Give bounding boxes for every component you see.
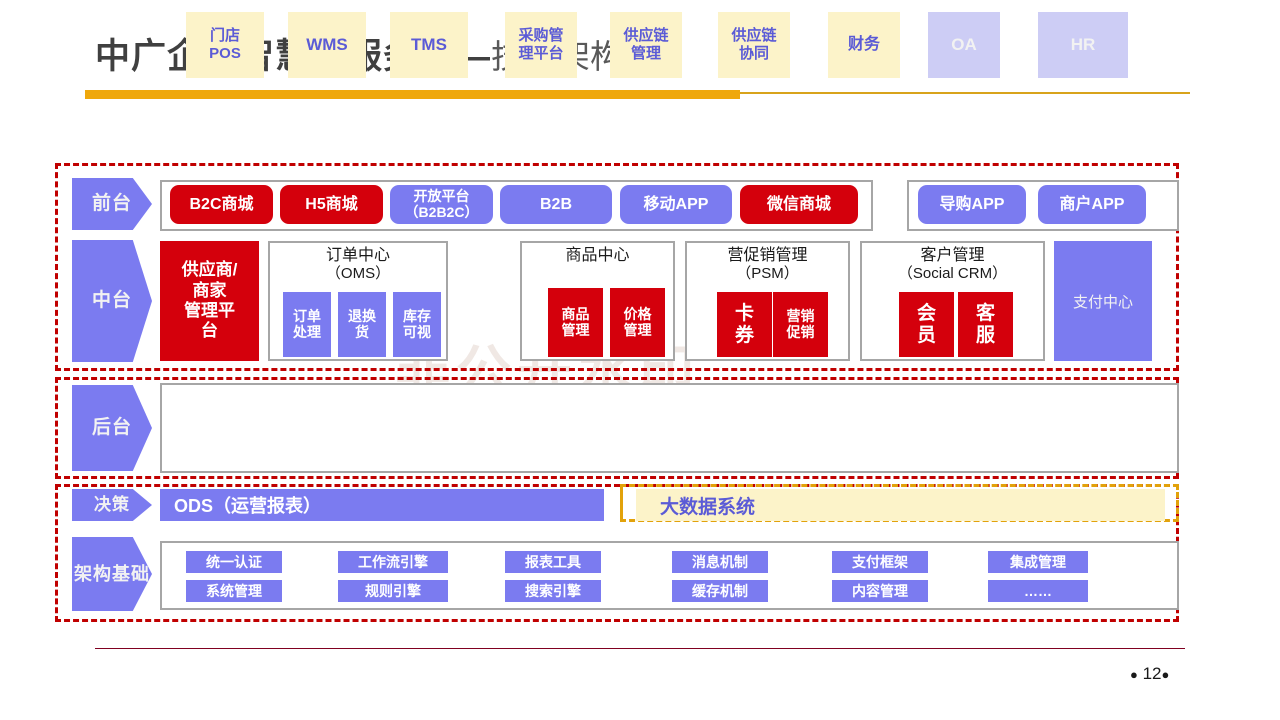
group-title-text: 营促销管理 [727, 247, 808, 264]
supplier-merchant-platform[interactable]: 供应商/商家 管理平台 [160, 241, 259, 361]
middle-stage-group: 客户管理 （Social CRM） 会员客服 [860, 241, 1045, 361]
title-underline-thin [740, 92, 1190, 94]
back-office-item[interactable]: 采购管 理平台 [505, 12, 577, 78]
group-title-text: 订单中心 [325, 247, 390, 264]
middle-stage-group: 商品中心商品 管理 价格 管理 [520, 241, 675, 361]
foundation-item[interactable]: 集成管理 [988, 551, 1088, 573]
middle-stage-item[interactable]: 营销 促销 [773, 292, 828, 357]
foundation-item[interactable]: …… [988, 580, 1088, 602]
layer-tag-foundation-line1: 架构 [74, 563, 112, 584]
front-stage-side-item[interactable]: 导购APP [918, 185, 1026, 224]
front-stage-item[interactable]: H5商城 [280, 185, 383, 224]
middle-stage-item[interactable]: 订单 处理 [283, 292, 331, 357]
page-dot-left: ● [1130, 667, 1138, 682]
foundation-item[interactable]: 搜索引擎 [505, 580, 601, 602]
back-office-item[interactable]: HR [1038, 12, 1128, 78]
back-office-item[interactable]: 财务 [828, 12, 900, 78]
back-office-item[interactable]: 供应链 管理 [610, 12, 682, 78]
layer-tag-foundation-line2: 基础 [112, 563, 150, 584]
foundation-item[interactable]: 工作流引擎 [338, 551, 448, 573]
group-title-text: 客户管理 [920, 247, 985, 264]
foundation-item[interactable]: 支付框架 [832, 551, 928, 573]
foundation-item[interactable]: 报表工具 [505, 551, 601, 573]
back-office-item[interactable]: TMS [390, 12, 468, 78]
back-office-item[interactable]: OA [928, 12, 1000, 78]
foundation-item[interactable]: 消息机制 [672, 551, 768, 573]
middle-stage-item[interactable]: 客服 [958, 292, 1013, 357]
front-stage-item[interactable]: B2B [500, 185, 612, 224]
foundation-item[interactable]: 内容管理 [832, 580, 928, 602]
foundation-item[interactable]: 系统管理 [186, 580, 282, 602]
middle-stage-group: 订单中心 （OMS） 订单 处理 退换货库存 可视 [268, 241, 448, 361]
middle-stage-item[interactable]: 会员 [899, 292, 954, 357]
middle-stage-item[interactable]: 库存 可视 [393, 292, 441, 357]
front-stage-item[interactable]: B2C商城 [170, 185, 273, 224]
middle-stage-group-title: 客户管理 （Social CRM） [862, 246, 1043, 283]
middle-stage-group-title: 营促销管理 （PSM） [687, 246, 848, 283]
front-stage-side-item[interactable]: 商户APP [1038, 185, 1146, 224]
front-stage-item[interactable]: 微信商城 [740, 185, 858, 224]
middle-stage-group-title: 商品中心 [522, 246, 673, 265]
footer-divider [95, 648, 1185, 649]
front-stage-item[interactable]: 移动APP [620, 185, 732, 224]
slide-canvas: 非公开水印 中广企业智慧云服务——技术架构图 前台 中台 后台 决策 架构 基础… [0, 0, 1280, 720]
back-office-item[interactable]: 供应链 协同 [718, 12, 790, 78]
foundation-item[interactable]: 规则引擎 [338, 580, 448, 602]
middle-stage-item[interactable]: 商品 管理 [548, 288, 603, 357]
foundation-item[interactable]: 缓存机制 [672, 580, 768, 602]
title-underline-thick [85, 90, 740, 99]
middle-stage-item[interactable]: 卡券 [717, 292, 772, 357]
page-number-value: 12 [1142, 664, 1162, 683]
ods-report-bar[interactable]: ODS（运营报表） [160, 489, 604, 521]
group-subtitle-text: （OMS） [325, 265, 391, 283]
foundation-item[interactable]: 统一认证 [186, 551, 282, 573]
back-office-item[interactable]: 门店 POS [186, 12, 264, 78]
group-subtitle-text: （Social CRM） [897, 265, 1008, 283]
payment-center[interactable]: 支付中心 [1054, 241, 1152, 361]
middle-stage-item[interactable]: 退换货 [338, 292, 386, 357]
group-subtitle-text: （PSM） [736, 265, 799, 283]
page-dot-right: ● [1161, 667, 1170, 682]
middle-stage-item[interactable]: 价格 管理 [610, 288, 665, 357]
page-number: ● 12● [1130, 664, 1169, 684]
group-title-text: 商品中心 [565, 247, 630, 264]
front-stage-item[interactable]: 开放平台 （B2B2C） [390, 185, 493, 224]
big-data-system[interactable]: 大数据系统 [636, 489, 1165, 521]
back-office-item[interactable]: WMS [288, 12, 366, 78]
back-office-panel [160, 383, 1179, 473]
middle-stage-group: 营促销管理 （PSM） 卡券营销 促销 [685, 241, 850, 361]
middle-stage-group-title: 订单中心 （OMS） [270, 246, 446, 283]
